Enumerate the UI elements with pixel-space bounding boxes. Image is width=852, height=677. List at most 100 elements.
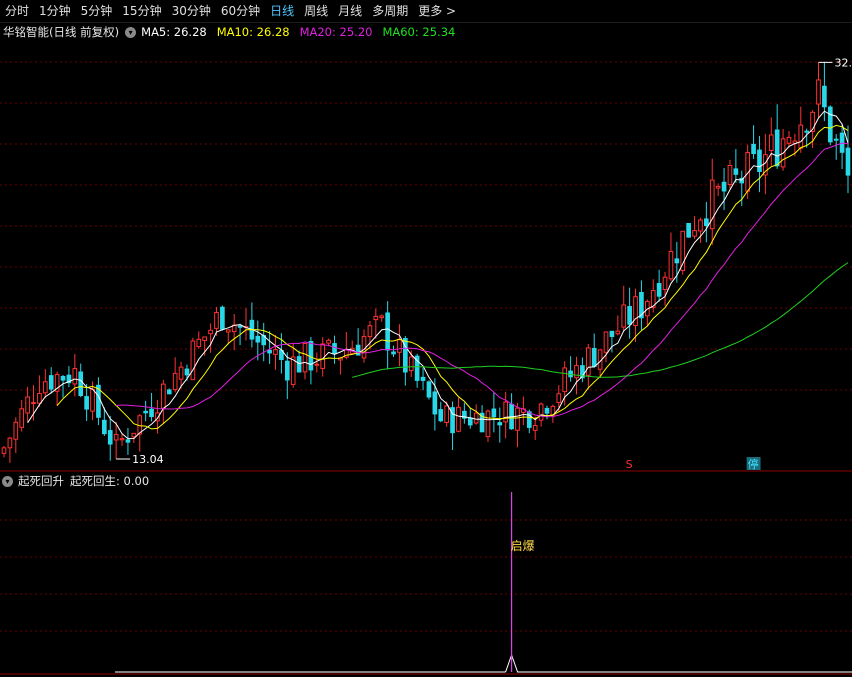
- candle-body: [491, 408, 497, 418]
- candle-body: [308, 340, 314, 371]
- signal-label: 启爆: [511, 539, 535, 553]
- low-price-label: 13.04: [132, 453, 164, 466]
- candle-body: [562, 367, 568, 393]
- candle-body: [60, 376, 66, 381]
- candle-body: [816, 79, 821, 105]
- candle-body: [473, 412, 479, 424]
- candle-body: [774, 129, 780, 167]
- kline-chart[interactable]: 13.04 32.5 S 停启爆: [0, 0, 852, 677]
- candle-body: [497, 422, 503, 426]
- candle-body: [438, 409, 444, 422]
- candle-body: [827, 106, 833, 143]
- candle-body: [615, 330, 621, 335]
- candle-body: [166, 389, 172, 395]
- candle-body: [426, 381, 432, 398]
- candle-body: [255, 335, 261, 343]
- candle-body: [237, 325, 243, 328]
- candle-body: [786, 136, 792, 144]
- sell-marker: S: [626, 458, 633, 471]
- candle-body: [757, 149, 762, 172]
- candle-body: [161, 383, 166, 409]
- candle-body: [332, 343, 337, 355]
- candle-body: [42, 381, 48, 394]
- candle-body: [532, 425, 538, 431]
- candle-body: [662, 276, 668, 291]
- candle-body: [48, 375, 54, 390]
- candle-body: [420, 376, 426, 381]
- candle-body: [397, 339, 402, 353]
- candle-body: [190, 340, 196, 381]
- candle-body: [668, 250, 674, 280]
- candle-body: [751, 143, 756, 155]
- candle-body: [78, 371, 84, 396]
- candle-body: [686, 223, 691, 238]
- candle-body: [31, 402, 36, 405]
- candle-body: [90, 388, 95, 412]
- candle-body: [25, 396, 30, 414]
- candle-body: [131, 432, 137, 438]
- candle-body: [320, 343, 326, 369]
- candle-body: [302, 343, 308, 373]
- candle-body: [798, 124, 804, 149]
- candle-body: [515, 407, 520, 431]
- candle-body: [733, 168, 739, 175]
- candle-body: [633, 296, 638, 326]
- candle-body: [538, 403, 544, 421]
- candle-body: [609, 330, 615, 337]
- candle-body: [768, 134, 774, 151]
- candle-body: [361, 335, 367, 359]
- candle-body: [444, 405, 449, 424]
- candle-body: [196, 338, 202, 348]
- candle-body: [727, 165, 733, 185]
- candle-body: [326, 339, 331, 344]
- candle-body: [692, 230, 697, 237]
- candle-body: [585, 347, 591, 376]
- candle-body: [107, 430, 113, 445]
- candle-body: [184, 368, 190, 376]
- candle-body: [119, 438, 125, 441]
- candle-body: [225, 329, 231, 333]
- candle-body: [721, 181, 727, 192]
- candle-body: [202, 336, 208, 341]
- candle-body: [314, 363, 320, 366]
- candle-body: [485, 410, 491, 438]
- candle-body: [172, 372, 178, 391]
- candle-body: [503, 401, 509, 423]
- candle-body: [456, 406, 461, 432]
- candle-body: [715, 186, 721, 189]
- candle-body: [432, 391, 438, 415]
- candle-body: [603, 331, 609, 353]
- candle-body: [208, 329, 213, 335]
- candle-body: [143, 410, 148, 414]
- candle-body: [13, 421, 19, 440]
- candle-body: [72, 368, 78, 385]
- candle-body: [822, 85, 827, 108]
- high-price-label: 32.5: [834, 56, 852, 69]
- candle-body: [84, 396, 89, 410]
- candle-body: [526, 411, 532, 428]
- candle-body: [804, 130, 810, 133]
- candle-body: [214, 312, 219, 329]
- candle-body: [149, 408, 154, 418]
- candle-body: [102, 419, 107, 435]
- halt-marker: 停: [748, 457, 759, 471]
- candle-body: [627, 306, 632, 325]
- candle-body: [296, 356, 302, 373]
- candle-body: [267, 349, 272, 354]
- candle-body: [574, 365, 579, 379]
- candle-body: [385, 312, 390, 351]
- candle-body: [367, 325, 373, 338]
- candle-body: [1, 447, 7, 454]
- candle-body: [391, 351, 396, 355]
- candle-body: [674, 258, 680, 264]
- candle-body: [591, 347, 597, 367]
- candle-body: [19, 408, 25, 428]
- candle-body: [698, 219, 703, 232]
- sub-indicator-spike: [505, 653, 852, 673]
- candle-body: [125, 439, 131, 443]
- ma20-line: [116, 142, 849, 418]
- candle-body: [544, 407, 550, 414]
- candle-body: [556, 393, 562, 403]
- candle-body: [845, 147, 851, 176]
- candle-body: [656, 283, 662, 297]
